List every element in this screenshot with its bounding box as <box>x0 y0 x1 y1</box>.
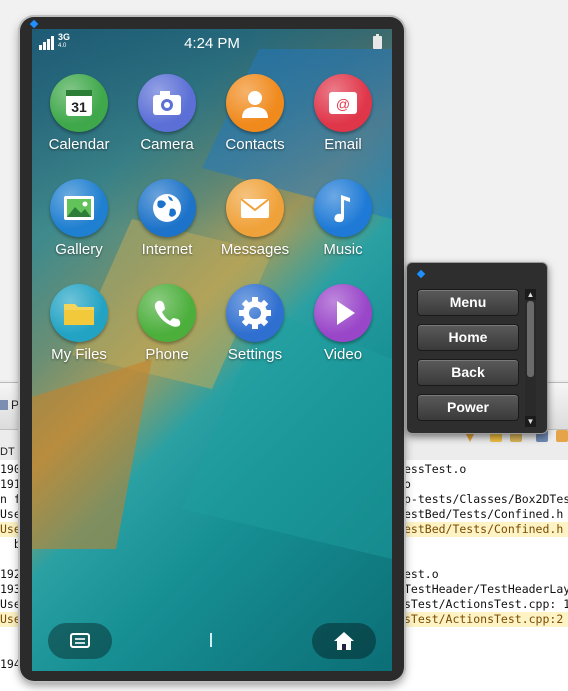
app-label: Video <box>323 346 363 363</box>
scroll-up-icon[interactable]: ▲ <box>525 289 536 300</box>
calendar-day: 31 <box>71 99 87 115</box>
app-phone[interactable]: Phone <box>123 284 211 384</box>
app-label: My Files <box>51 346 107 363</box>
home-softkey[interactable] <box>312 623 376 659</box>
home-icon <box>334 632 354 650</box>
console-line-prefix <box>0 552 22 567</box>
wallpaper-shape <box>32 359 152 549</box>
music-icon <box>314 179 372 237</box>
app-internet[interactable]: Internet <box>123 179 211 279</box>
console-line-text: p-tests/Classes/Box2DTes <box>404 492 568 506</box>
app-contacts[interactable]: Contacts <box>211 74 299 174</box>
app-my-files[interactable]: My Files <box>35 284 123 384</box>
lock-icon[interactable] <box>556 430 568 442</box>
folder-icon <box>50 284 108 342</box>
menu-softkey[interactable] <box>48 623 112 659</box>
console-line-prefix: 191 <box>0 477 21 491</box>
app-label: Email <box>324 136 362 153</box>
window-indicator-icon <box>29 19 39 29</box>
emulator-window: 3G 4.0 4:24 PM 31 Calendar Camera Contacts @… <box>20 17 404 681</box>
panel-indicator-icon <box>416 269 426 279</box>
console-line-text <box>404 657 568 672</box>
app-label: Internet <box>141 241 193 258</box>
console-line-prefix: Use <box>0 522 22 537</box>
tab-icon <box>0 400 8 410</box>
console-line-prefix: 193 <box>0 582 21 596</box>
console-line-text <box>404 552 568 567</box>
camera-icon <box>138 74 196 132</box>
messages-icon <box>226 179 284 237</box>
console-line-prefix: n f <box>0 492 21 506</box>
menu-button[interactable]: Menu <box>417 289 519 316</box>
console-line-text: estBed/Tests/Confined.h <box>404 507 564 521</box>
console-line-prefix: 194 <box>0 657 21 671</box>
console-line-prefix: Use <box>0 597 21 611</box>
console-line-text <box>404 642 568 657</box>
app-gallery[interactable]: Gallery <box>35 179 123 279</box>
app-label: Music <box>323 241 363 258</box>
status-time: 4:24 PM <box>184 35 240 52</box>
app-messages[interactable]: Messages <box>211 179 299 279</box>
scroll-down-icon[interactable]: ▼ <box>525 416 536 427</box>
calendar-icon: 31 <box>50 74 108 132</box>
console-line-text: essTest.o <box>404 462 467 476</box>
status-bar: 3G 4.0 4:24 PM <box>32 29 392 57</box>
console-line-text: est.o <box>404 567 439 581</box>
email-icon: @ <box>314 74 372 132</box>
home-indicator <box>210 633 212 647</box>
menu-icon <box>70 633 90 648</box>
contacts-icon <box>226 74 284 132</box>
app-calendar[interactable]: 31 Calendar <box>35 74 123 174</box>
app-email[interactable]: @ Email <box>299 74 387 174</box>
scroll-thumb[interactable] <box>527 301 534 377</box>
app-label: Contacts <box>225 136 285 153</box>
console-line-prefix: Use <box>0 507 21 521</box>
console-line-prefix <box>0 642 22 657</box>
device-screen[interactable]: 3G 4.0 4:24 PM 31 Calendar Camera Contacts @… <box>32 29 392 671</box>
emulator-control-panel: Menu Home Back Power ▲ ▼ <box>406 262 548 434</box>
battery-icon <box>373 34 382 49</box>
console-line-prefix: Use <box>0 612 22 627</box>
console-line-prefix: 190 <box>0 462 21 476</box>
svg-text:@: @ <box>336 96 350 112</box>
app-label: Calendar <box>48 136 110 153</box>
console-line-prefix: b <box>0 537 21 551</box>
console-line-text: sTest/ActionsTest.cpp: 1 <box>404 597 568 611</box>
app-music[interactable]: Music <box>299 179 387 279</box>
play-icon <box>314 284 372 342</box>
gallery-icon <box>50 179 108 237</box>
console-line-text: o <box>404 477 411 491</box>
app-label: Settings <box>227 346 283 363</box>
console-line-text: estBed/Tests/Confined.h <box>404 522 568 537</box>
app-video[interactable]: Video <box>299 284 387 384</box>
console-line-text: sTest/ActionsTest.cpp:2 <box>404 612 568 627</box>
console-line-text <box>404 627 568 642</box>
app-label: Phone <box>145 346 189 363</box>
power-button[interactable]: Power <box>417 394 519 421</box>
phone-icon <box>138 284 196 342</box>
console-line-text <box>404 537 568 552</box>
app-label: Camera <box>140 136 194 153</box>
app-label: Messages <box>220 241 290 258</box>
gear-icon <box>226 284 284 342</box>
console-line-prefix <box>0 627 22 642</box>
console-line-prefix: 192 <box>0 567 21 581</box>
app-camera[interactable]: Camera <box>123 74 211 174</box>
app-label: Gallery <box>55 241 103 258</box>
console-line-text: TestHeader/TestHeaderLay <box>404 582 568 596</box>
back-button[interactable]: Back <box>417 359 519 386</box>
globe-icon <box>138 179 196 237</box>
ide-column-header: DT <box>0 446 15 458</box>
app-settings[interactable]: Settings <box>211 284 299 384</box>
home-button[interactable]: Home <box>417 324 519 351</box>
